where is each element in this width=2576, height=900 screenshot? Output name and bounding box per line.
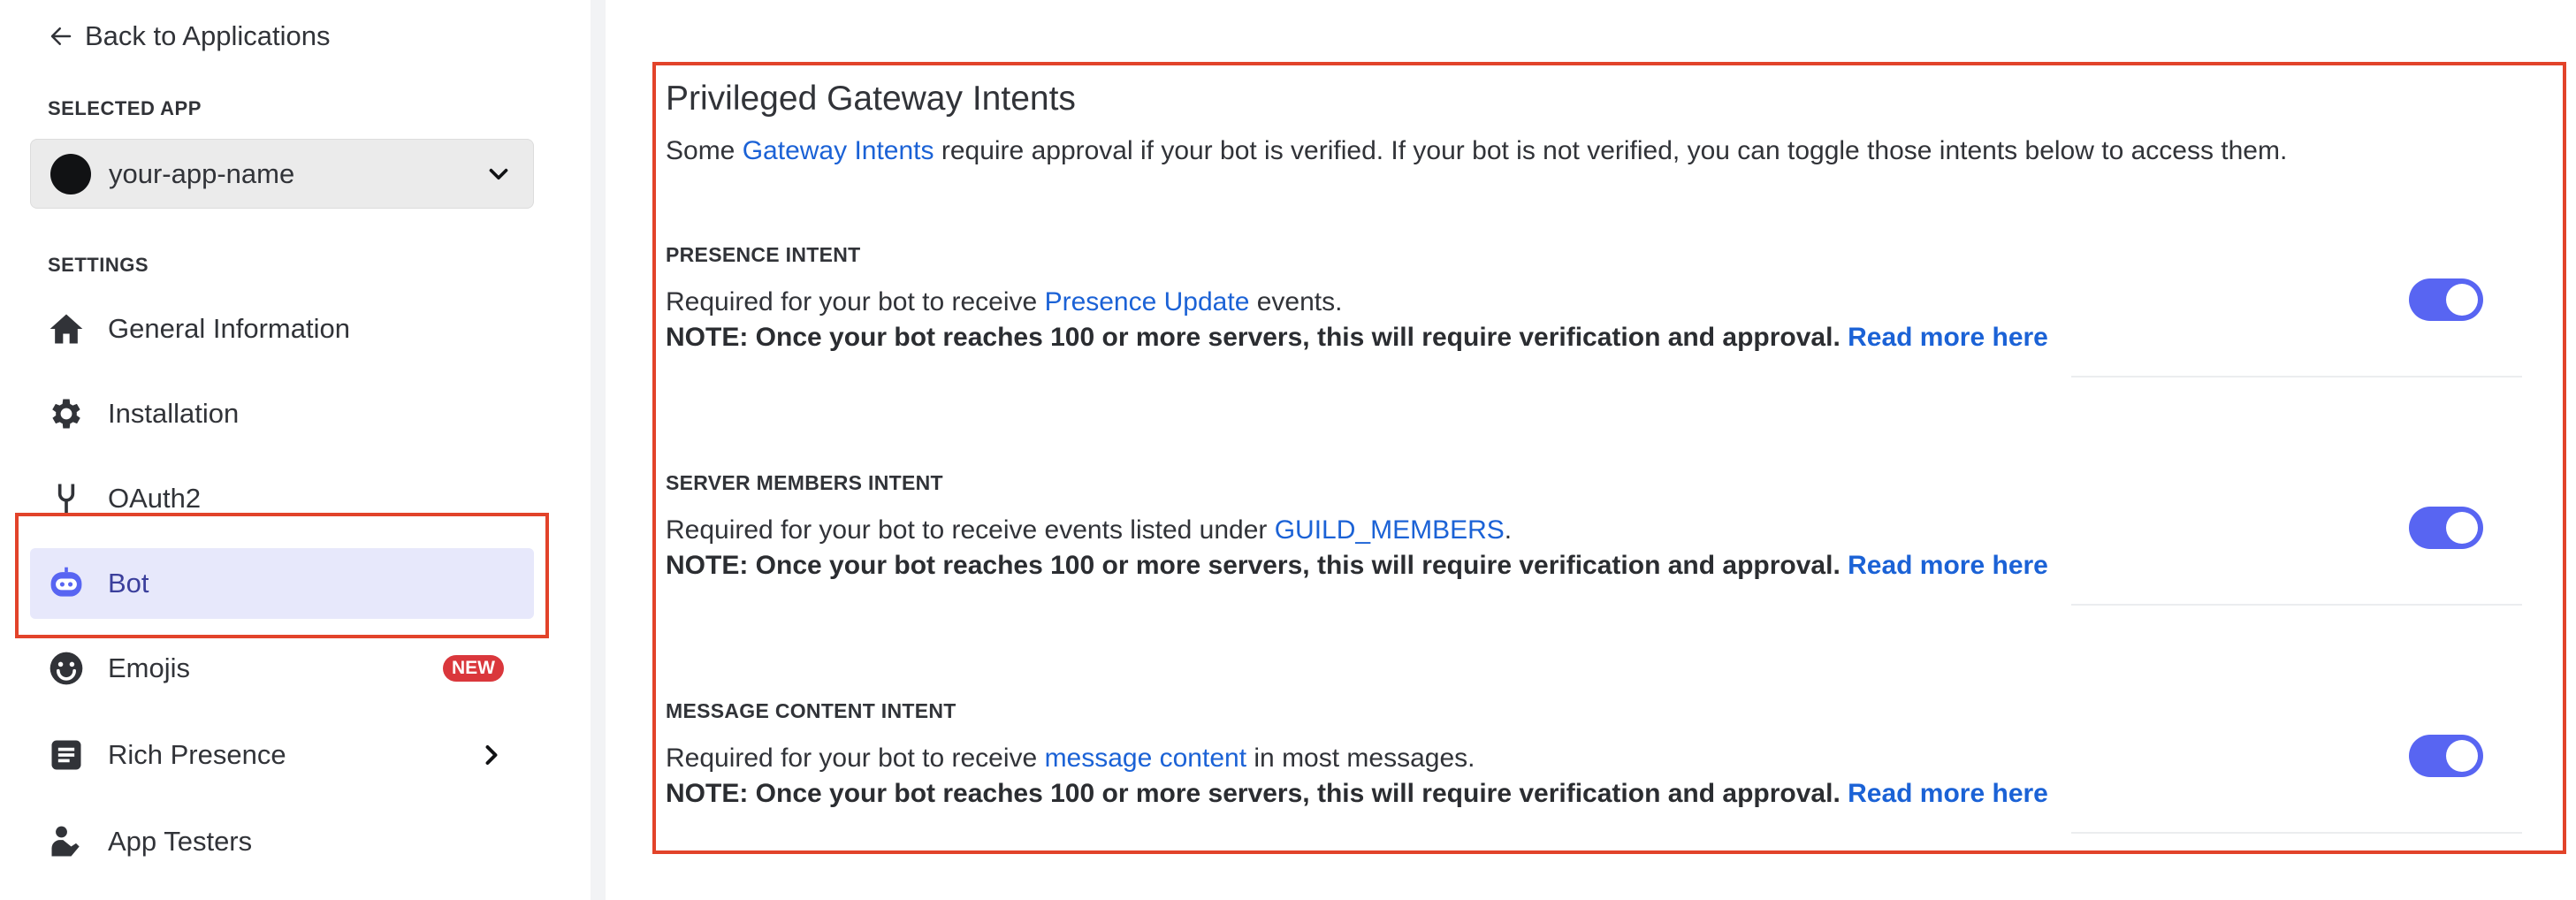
intent-note: NOTE: Once your bot reaches 100 or more … (666, 323, 2048, 353)
presence-intent-row: PRESENCE INTENT Required for your bot to… (666, 243, 2522, 378)
message-content-intent-toggle[interactable] (2409, 735, 2483, 777)
intent-note: NOTE: Once your bot reaches 100 or more … (666, 779, 2048, 809)
panel-description: Some Gateway Intents require approval if… (666, 136, 2287, 166)
note-text: NOTE: Once your bot reaches 100 or more … (666, 779, 1848, 808)
desc-suffix: . (1504, 515, 1513, 545)
intent-note: NOTE: Once your bot reaches 100 or more … (666, 551, 2048, 581)
back-to-applications-link[interactable]: Back to Applications (48, 18, 330, 55)
gateway-intents-link[interactable]: Gateway Intents (743, 136, 934, 165)
app-avatar (50, 153, 91, 194)
bot-icon (46, 563, 87, 604)
chevron-right-icon (485, 745, 498, 765)
note-text: NOTE: Once your bot reaches 100 or more … (666, 551, 1848, 580)
intent-heading: MESSAGE CONTENT INTENT (666, 699, 956, 722)
message-content-intent-row: MESSAGE CONTENT INTENT Required for your… (666, 699, 2522, 834)
presence-update-link[interactable]: Presence Update (1045, 287, 1250, 317)
sidebar-item-bot[interactable]: Bot (30, 548, 534, 619)
intent-description: Required for your bot to receive Presenc… (666, 287, 1342, 317)
sidebar-item-label: Bot (108, 568, 149, 599)
sidebar-divider (591, 0, 606, 900)
wrench-icon (46, 478, 87, 519)
gear-icon (46, 393, 87, 434)
server-members-intent-toggle[interactable] (2409, 507, 2483, 549)
app-selector[interactable]: your-app-name (30, 139, 534, 209)
page-title: Privileged Gateway Intents (666, 80, 1076, 118)
selected-app-heading: SELECTED APP (48, 97, 202, 119)
desc-prefix: Required for your bot to receive (666, 287, 1045, 317)
intent-description: Required for your bot to receive events … (666, 515, 1512, 545)
sidebar-item-label: Emojis (108, 652, 191, 683)
sidebar-item-label: Installation (108, 398, 240, 429)
server-members-intent-row: SERVER MEMBERS INTENT Required for your … (666, 471, 2522, 606)
sidebar-item-oauth2[interactable]: OAuth2 (30, 463, 534, 534)
note-text: NOTE: Once your bot reaches 100 or more … (666, 323, 1848, 352)
desc-suffix: events. (1249, 287, 1343, 317)
intent-heading: SERVER MEMBERS INTENT (666, 471, 943, 494)
desc-suffix: require approval if your bot is verified… (934, 136, 2288, 165)
read-more-link[interactable]: Read more here (1848, 779, 2048, 808)
row-divider (2071, 376, 2522, 378)
settings-heading: SETTINGS (48, 254, 149, 276)
smiley-icon (46, 648, 87, 689)
sidebar-item-app-testers[interactable]: App Testers (30, 806, 534, 877)
toggle-knob (2446, 512, 2478, 544)
read-more-link[interactable]: Read more here (1848, 323, 2048, 352)
toggle-knob (2446, 284, 2478, 316)
sidebar-item-rich-presence[interactable]: Rich Presence (30, 720, 534, 790)
privileged-intents-panel: Privileged Gateway Intents Some Gateway … (654, 62, 2569, 854)
chevron-down-icon (489, 168, 508, 179)
sidebar-item-general-information[interactable]: General Information (30, 294, 534, 364)
row-divider (2071, 604, 2522, 606)
intent-heading: PRESENCE INTENT (666, 243, 861, 266)
presence-intent-toggle[interactable] (2409, 278, 2483, 321)
read-more-link[interactable]: Read more here (1848, 551, 2048, 580)
sidebar-item-emojis[interactable]: Emojis NEW (30, 633, 534, 704)
row-divider (2071, 832, 2522, 834)
sidebar-item-label: App Testers (108, 826, 253, 857)
document-icon (46, 735, 87, 775)
main-content: Privileged Gateway Intents Some Gateway … (606, 0, 2576, 900)
sidebar-item-label: OAuth2 (108, 483, 202, 514)
intent-description: Required for your bot to receive message… (666, 744, 1475, 774)
back-label: Back to Applications (85, 20, 331, 51)
toggle-knob (2446, 740, 2478, 772)
guild-members-link[interactable]: GUILD_MEMBERS (1275, 515, 1505, 545)
desc-prefix: Some (666, 136, 743, 165)
arrow-left-icon (50, 27, 72, 45)
message-content-link[interactable]: message content (1045, 744, 1246, 773)
desc-prefix: Required for your bot to receive (666, 744, 1045, 773)
desc-prefix: Required for your bot to receive events … (666, 515, 1275, 545)
sidebar: Back to Applications SELECTED APP your-a… (0, 0, 591, 900)
home-icon (46, 309, 87, 349)
new-badge: NEW (443, 655, 504, 682)
sidebar-item-label: Rich Presence (108, 739, 286, 770)
sidebar-item-label: General Information (108, 313, 350, 344)
desc-suffix: in most messages. (1246, 744, 1475, 773)
app-name: your-app-name (109, 157, 295, 189)
person-icon (46, 821, 87, 862)
sidebar-item-installation[interactable]: Installation (30, 378, 534, 449)
